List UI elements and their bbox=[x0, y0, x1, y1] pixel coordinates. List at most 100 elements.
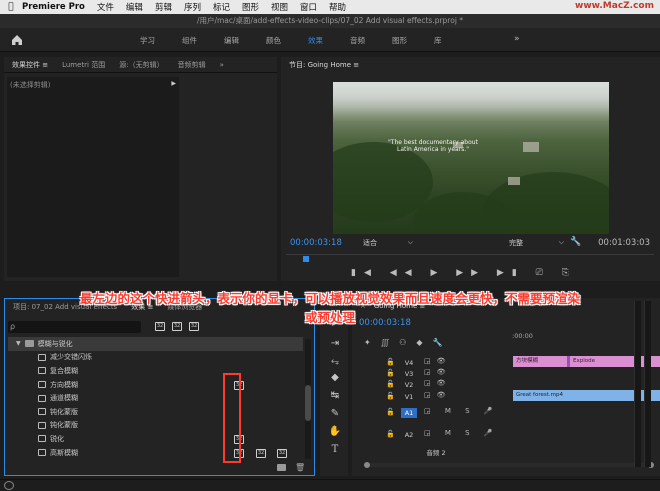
effect-icon bbox=[38, 381, 46, 389]
apple-icon[interactable]:  bbox=[0, 2, 22, 12]
menu-help[interactable]: 帮助 bbox=[329, 1, 346, 13]
video-frame: "The best documentary about Latin Americ… bbox=[333, 82, 609, 234]
effect-item[interactable]: 锐化 32 bbox=[8, 432, 303, 446]
workspace-tab-editing[interactable]: 编辑 bbox=[224, 35, 239, 46]
workspace-tab-effects[interactable]: 效果 bbox=[308, 35, 323, 46]
workspace-tab-audio[interactable]: 音频 bbox=[350, 35, 365, 46]
track-name[interactable]: A1 bbox=[401, 408, 417, 418]
tab-effect-controls[interactable]: 效果控件 ≡ bbox=[12, 60, 48, 70]
menu-view[interactable]: 视图 bbox=[271, 1, 288, 13]
watermark-logo: www.MacZ.com bbox=[575, 1, 654, 11]
effect-item[interactable]: 方向模糊 32 bbox=[8, 378, 303, 392]
razor-tool-icon[interactable]: ◆ bbox=[328, 372, 342, 383]
menu-file[interactable]: 文件 bbox=[97, 1, 114, 13]
scroll-handle-left[interactable] bbox=[364, 462, 370, 468]
zoom-select[interactable]: 适合 ⌵ bbox=[363, 238, 413, 248]
mute-button[interactable]: M bbox=[445, 407, 457, 415]
playhead-timecode[interactable]: 00:00:03:18 bbox=[290, 238, 342, 248]
menu-edit[interactable]: 编辑 bbox=[126, 1, 143, 13]
timeline-track[interactable]: 🔓 A2 ◲ M S 🎤 bbox=[352, 428, 512, 441]
timeline-track[interactable]: 🔓 V1 ◲👁 bbox=[352, 390, 512, 403]
track-controls[interactable]: ◲👁 bbox=[424, 391, 452, 399]
track-controls[interactable]: ◲ M S 🎤 bbox=[424, 407, 499, 415]
playhead-marker[interactable] bbox=[303, 256, 309, 262]
menu-graphics[interactable]: 图形 bbox=[242, 1, 259, 13]
menu-markers[interactable]: 标记 bbox=[213, 1, 230, 13]
lock-icon[interactable]: 🔓 bbox=[386, 430, 395, 438]
track-name[interactable]: V2 bbox=[401, 380, 417, 390]
track-controls[interactable]: ◲👁 bbox=[424, 368, 452, 376]
solo-button[interactable]: S bbox=[465, 429, 475, 437]
transport-controls[interactable]: ▮◀ ◀◀ ▶ ▶▶ ▶▮ ⎚ ⎘ bbox=[351, 268, 577, 278]
resolution-value: 完整 bbox=[509, 239, 523, 247]
menu-window[interactable]: 窗口 bbox=[300, 1, 317, 13]
effect-item[interactable]: 高斯模糊 32 32 32 bbox=[8, 446, 303, 460]
menu-app-name[interactable]: Premiere Pro bbox=[22, 2, 85, 12]
clip-label: Explode bbox=[573, 358, 595, 364]
playback-resolution-select[interactable]: 完整 ⌵ bbox=[509, 238, 564, 248]
tab-lumetri-scopes[interactable]: Lumetri 范围 bbox=[62, 60, 105, 70]
annotation-line: 最左边的这个快进箭头，表示你的显卡，可以播放视觉效果而且速度会更快，不需要预渲染 bbox=[79, 291, 580, 306]
program-monitor-title[interactable]: 节目: Going Home ≡ bbox=[289, 60, 359, 70]
menu-clip[interactable]: 剪辑 bbox=[155, 1, 172, 13]
lock-icon[interactable]: 🔓 bbox=[386, 358, 395, 366]
workspace-tab-libraries[interactable]: 库 bbox=[434, 35, 442, 46]
track-controls[interactable]: ◲ M S 🎤 bbox=[424, 429, 499, 437]
track-controls[interactable]: ◲👁 bbox=[424, 357, 452, 365]
workspace-more-icon[interactable]: » bbox=[514, 34, 520, 44]
type-tool-icon[interactable]: T bbox=[328, 444, 342, 455]
workspace-tab-learn[interactable]: 学习 bbox=[140, 35, 155, 46]
effect-item[interactable]: 复合模糊 bbox=[8, 364, 303, 378]
delete-icon[interactable]: 🗑 bbox=[295, 463, 305, 472]
tab-source[interactable]: 源:（无剪辑） bbox=[119, 60, 163, 70]
clip-label: 方块模糊 bbox=[516, 358, 539, 364]
effect-item[interactable]: 通道模糊 bbox=[8, 391, 303, 405]
workspace-tab-assembly[interactable]: 组件 bbox=[182, 35, 197, 46]
new-bin-icon[interactable] bbox=[277, 464, 286, 471]
effect-item[interactable]: 钝化蒙版 bbox=[8, 419, 303, 433]
effects-scrollbar-thumb[interactable] bbox=[305, 385, 311, 421]
play-triangle-icon[interactable]: ▶ bbox=[171, 80, 176, 87]
track-controls[interactable]: ◲👁 bbox=[424, 379, 452, 387]
timeline-scrollbar[interactable] bbox=[364, 462, 654, 468]
home-icon[interactable] bbox=[10, 33, 24, 47]
folder-blur-sharpen[interactable]: ▼ 模糊与锐化 bbox=[8, 337, 303, 351]
timeline-track[interactable]: 音频 2 bbox=[352, 446, 512, 459]
window-title: /用户/mac/桌面/add-effects-video-clips/07_02… bbox=[0, 14, 660, 28]
solo-button[interactable]: S bbox=[465, 407, 475, 415]
status-icon[interactable] bbox=[4, 481, 14, 490]
workspace-tab-color[interactable]: 颜色 bbox=[266, 35, 281, 46]
track-name[interactable]: V1 bbox=[401, 392, 417, 402]
effects-footer: 🗑 bbox=[5, 462, 314, 475]
title-clip[interactable]: 方块模糊 bbox=[513, 356, 567, 367]
slip-tool-icon[interactable]: ↹ bbox=[328, 390, 342, 401]
effect-icon bbox=[38, 408, 46, 416]
effect-icon bbox=[38, 394, 46, 402]
track-select-tool-icon[interactable]: ⇥ bbox=[328, 338, 342, 349]
yuv-badge-icon: 32 bbox=[277, 448, 287, 458]
effect-item[interactable]: 减少交错闪烁 bbox=[8, 351, 303, 365]
workspace-tab-graphics[interactable]: 图形 bbox=[392, 35, 407, 46]
timeline-track[interactable]: 🔓 A1 ◲ M S 🎤 bbox=[352, 406, 512, 419]
pen-tool-icon[interactable]: ✎ bbox=[328, 408, 342, 419]
zoom-value: 适合 bbox=[363, 239, 377, 247]
timeline-toolbar[interactable]: ✦∭⚇◆🔧 bbox=[364, 338, 452, 347]
wrench-icon[interactable]: 🔧 bbox=[570, 237, 581, 247]
hand-tool-icon[interactable]: ✋ bbox=[328, 426, 342, 437]
lock-icon[interactable]: 🔓 bbox=[386, 369, 395, 377]
track-name[interactable]: A2 bbox=[401, 430, 417, 440]
menu-sequence[interactable]: 序列 bbox=[184, 1, 201, 13]
panel-more-icon[interactable]: » bbox=[220, 61, 224, 69]
chevron-down-icon[interactable]: ▼ bbox=[16, 340, 21, 347]
tab-audio-clip-mixer[interactable]: 音频剪辑 bbox=[178, 60, 206, 70]
monitor-time-ruler[interactable] bbox=[286, 254, 654, 264]
ripple-edit-tool-icon[interactable]: ⥆ bbox=[328, 356, 342, 367]
lock-icon[interactable]: 🔓 bbox=[386, 408, 395, 416]
mute-button[interactable]: M bbox=[445, 429, 457, 437]
lock-icon[interactable]: 🔓 bbox=[386, 380, 395, 388]
track-name: 音频 2 bbox=[426, 449, 446, 457]
effect-label: 钝化蒙版 bbox=[50, 421, 78, 430]
effect-item[interactable]: 钝化蒙版 bbox=[8, 405, 303, 419]
lock-icon[interactable]: 🔓 bbox=[386, 392, 395, 400]
scrollbar-track[interactable] bbox=[364, 463, 654, 467]
